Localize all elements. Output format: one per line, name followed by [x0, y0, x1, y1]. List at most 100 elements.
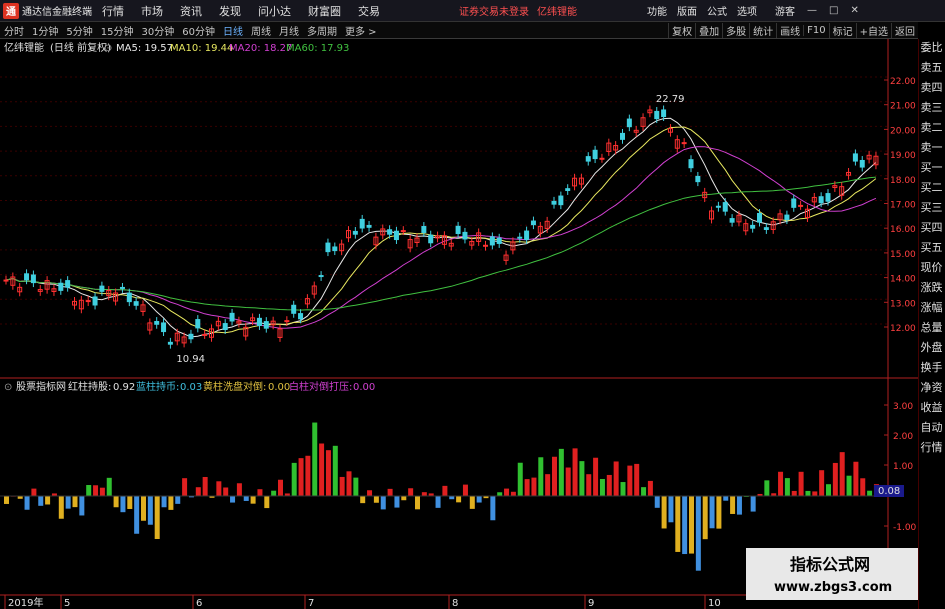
side-item-2[interactable]: 卖四 — [918, 79, 945, 95]
candle-body — [366, 224, 372, 228]
side-item-1[interactable]: 卖五 — [918, 59, 945, 75]
candle-body — [421, 226, 427, 233]
login-status[interactable]: 证券交易未登录 — [459, 3, 529, 18]
candle-body — [195, 319, 201, 329]
y-tick-label: 18.00 — [890, 176, 916, 186]
side-item-16[interactable]: 换手 — [918, 359, 945, 375]
add-watchlist-button[interactable]: +自选 — [855, 23, 891, 38]
indicator-bar — [127, 496, 133, 509]
indicator-bar — [826, 484, 831, 496]
menu-bar: 通 通达信金融终端 行情 市场 资讯 发现 问小达 财富圈 交易 证券交易未登录… — [0, 0, 945, 22]
side-item-20[interactable]: 行情 — [918, 439, 945, 455]
tab-more[interactable]: 更多 > — [341, 23, 381, 38]
tab-intraday[interactable]: 分时 — [0, 23, 28, 38]
menu-wealth[interactable]: 财富圈 — [308, 3, 341, 19]
candle-body — [229, 312, 235, 322]
candle-body — [715, 205, 721, 208]
sub-chart-menu-icon[interactable]: ⊙ — [4, 382, 12, 393]
indicator-bar — [58, 496, 64, 519]
indicator-bar — [367, 490, 373, 496]
draw-line-button[interactable]: 画线 — [776, 23, 803, 38]
menu-market[interactable]: 行情 — [102, 3, 124, 19]
side-item-12[interactable]: 涨跌 — [918, 279, 945, 295]
menu-options[interactable]: 选项 — [737, 3, 757, 18]
maximize-icon[interactable]: □ — [829, 5, 838, 16]
menu-ask[interactable]: 问小达 — [258, 3, 291, 19]
candle-body — [393, 230, 399, 241]
minimize-icon[interactable]: — — [807, 5, 817, 16]
multi-stock-button[interactable]: 多股 — [722, 23, 749, 38]
candle-body — [661, 109, 667, 118]
chart-menu-icon[interactable]: ⊙ — [104, 43, 112, 54]
menu-trade[interactable]: 交易 — [358, 3, 380, 19]
candle-body — [558, 195, 564, 206]
ma10-label: MA10: 19.44 — [170, 43, 233, 54]
statistics-button[interactable]: 统计 — [749, 23, 776, 38]
side-item-8[interactable]: 买三 — [918, 199, 945, 215]
menu-layout[interactable]: 版面 — [677, 3, 697, 18]
kline-chart[interactable]: 亿纬锂能 (日线 前复权) ⊙ MA5: 19.57 MA10: 19.44 M… — [0, 39, 918, 609]
indicator-bar — [408, 488, 414, 496]
indicator-bar — [264, 496, 270, 509]
menu-discover[interactable]: 发现 — [219, 3, 241, 19]
side-item-9[interactable]: 买四 — [918, 219, 945, 235]
indicator-bar — [552, 456, 557, 496]
indicator-bar — [147, 496, 153, 525]
tab-1min[interactable]: 1分钟 — [28, 23, 62, 38]
close-icon[interactable]: ✕ — [850, 5, 858, 16]
side-item-14[interactable]: 总量 — [918, 319, 945, 335]
indicator-bar — [45, 496, 51, 505]
y-tick-label: 22.00 — [890, 77, 916, 87]
y-tick-label: 13.00 — [890, 299, 916, 309]
side-item-11[interactable]: 现价 — [918, 259, 945, 275]
guest-user[interactable]: 游客 — [775, 3, 795, 18]
y-tick-label: 15.00 — [890, 250, 916, 260]
tab-weekly[interactable]: 周线 — [247, 23, 275, 38]
indicator-bar — [538, 457, 544, 496]
tab-30min[interactable]: 30分钟 — [137, 23, 178, 38]
menu-news[interactable]: 资讯 — [180, 3, 202, 19]
side-item-4[interactable]: 卖二 — [918, 119, 945, 135]
tab-daily[interactable]: 日线 — [219, 23, 247, 38]
indicator-bar — [230, 496, 236, 503]
indicator-bar — [373, 496, 379, 503]
side-item-0[interactable]: 委比 — [918, 39, 945, 55]
candle-body — [722, 202, 728, 212]
overlay-button[interactable]: 叠加 — [695, 23, 722, 38]
tab-monthly[interactable]: 月线 — [275, 23, 303, 38]
side-item-18[interactable]: 收益 — [918, 399, 945, 415]
indicator-bar — [545, 474, 551, 496]
side-item-15[interactable]: 外盘 — [918, 339, 945, 355]
y-tick-label: 16.00 — [890, 225, 916, 235]
tab-multi-period[interactable]: 多周期 — [303, 23, 341, 38]
tab-60min[interactable]: 60分钟 — [178, 23, 219, 38]
tab-15min[interactable]: 15分钟 — [97, 23, 138, 38]
adjust-button[interactable]: 复权 — [668, 23, 695, 38]
candle-body — [318, 275, 324, 278]
side-item-13[interactable]: 涨幅 — [918, 299, 945, 315]
f10-button[interactable]: F10 — [803, 25, 828, 36]
side-item-10[interactable]: 买五 — [918, 239, 945, 255]
y-tick-label: 21.00 — [890, 102, 916, 112]
side-item-6[interactable]: 买一 — [918, 159, 945, 175]
y-tick-label: 20.00 — [890, 126, 916, 136]
menu-formula[interactable]: 公式 — [707, 3, 727, 18]
chart-stock-name: 亿纬锂能 — [4, 41, 44, 54]
side-item-7[interactable]: 买二 — [918, 179, 945, 195]
side-item-5[interactable]: 卖一 — [918, 139, 945, 155]
side-item-19[interactable]: 自动 — [918, 419, 945, 435]
tab-5min[interactable]: 5分钟 — [62, 23, 96, 38]
candle-body — [428, 234, 434, 244]
back-button[interactable]: 返回 — [891, 23, 918, 38]
date-label: 6 — [196, 598, 202, 609]
mark-button[interactable]: 标记 — [828, 23, 856, 38]
indicator-bar — [716, 496, 722, 529]
indicator-bar — [24, 496, 30, 510]
indicator-bar — [702, 496, 708, 540]
indicator-bar — [476, 496, 482, 503]
side-item-17[interactable]: 净资 — [918, 379, 945, 395]
candle-body — [784, 214, 790, 221]
menu-exchange[interactable]: 市场 — [141, 3, 163, 19]
menu-function[interactable]: 功能 — [647, 3, 667, 18]
side-item-3[interactable]: 卖三 — [918, 99, 945, 115]
